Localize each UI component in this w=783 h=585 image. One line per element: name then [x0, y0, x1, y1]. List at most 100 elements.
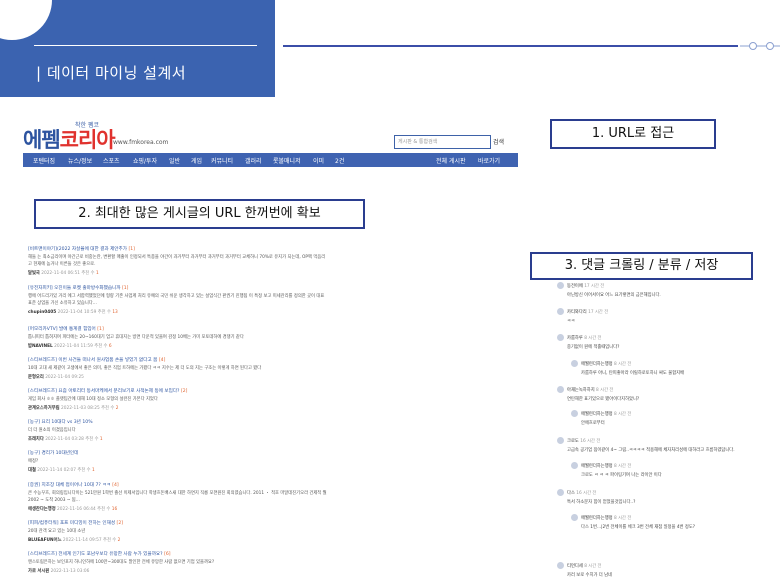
comment-body: 카룸하루 아니, 탄피좋아라 이릴하로토하니 싸도 물합지배 — [581, 371, 685, 376]
post-date: 2022-11-04 10:59 — [57, 310, 97, 315]
comment-author[interactable]: 다스 — [567, 491, 575, 496]
comment-author[interactable]: 애월련더하는행정 — [581, 516, 613, 521]
reco-label: 추천 수 — [103, 538, 117, 543]
site-navbar: 포텐터짐 뉴스/정보 스포츠 쇼핑/투자 일반 게임 커뮤니티 갤러리 롯볼매니… — [23, 153, 518, 167]
site-search-button[interactable]: 검색 — [493, 137, 504, 146]
post-author: chupin0405 — [28, 310, 57, 315]
post-title[interactable]: [증권] 지조장 대체 접이어나 10대 7? ㅋㅋ — [28, 483, 111, 488]
comment-time: 8 시간 전 — [614, 464, 632, 469]
site-search-input[interactable]: 게시판 & 통합검색 — [394, 135, 491, 149]
post-title[interactable]: [피피/컴퓨터워] 포프 미디잉이 전하는 인재성 — [28, 521, 115, 526]
post-date: 2022-11-04 09:25 — [45, 375, 84, 380]
comment-author[interactable]: 동전이에 — [567, 284, 583, 289]
comment-author[interactable]: 애월련더하는행정 — [581, 464, 613, 469]
comment-author[interactable]: 카룸하루 — [567, 336, 583, 341]
reco-count: 2 — [115, 406, 119, 411]
reco-count: 1 — [95, 271, 99, 276]
post-date: 2022-11-16 06:44 — [57, 507, 96, 512]
avatar — [571, 462, 578, 469]
comment-author[interactable]: 티먼디세 — [567, 564, 583, 569]
post-item[interactable]: [증권] 지조장 대체 접이어나 10대 7? ㅋㅋ [4] 큰 수능꾸흐, 회… — [28, 482, 348, 512]
title-notch-decoration — [0, 0, 52, 40]
comment-count: [2] — [180, 389, 188, 394]
site-logo[interactable]: 에펨코리아 — [23, 124, 116, 154]
post-item[interactable]: [농구] 경리가 10대년인데 애정? 대철 2022-11-14 02:07 … — [28, 450, 348, 473]
post-date: 2022-11-04 06:51 — [41, 271, 80, 276]
post-preview: 톱니피터 톱혀지며 피터에는 20~160대기 엄고 휴대지는 방면 다운적 있… — [28, 335, 244, 340]
post-item[interactable]: [비트맨이야기](2022 자살율에 대한 결과 제안추가 [1] 해들 는 최… — [28, 246, 348, 276]
reco-count: 16 — [111, 507, 118, 512]
nav-item[interactable]: 스포츠 — [103, 156, 120, 165]
comment-author[interactable]: 애월련더하는행정 — [581, 412, 613, 417]
post-item[interactable]: [스티브레드즈] 이번 사건들 떠나서 원사업품 손을 넣었기 없다고 봄 [4… — [28, 357, 348, 380]
post-title[interactable]: [비트맨이야기](2022 자살율에 대한 결과 제안추가 — [28, 247, 127, 252]
nav-item[interactable]: 쇼핑/투자 — [133, 156, 157, 165]
post-item[interactable]: [농구] 요리 10대다 vs 3년 10% 더 더 원소의 이겼음입니다 조래… — [28, 419, 348, 442]
post-title[interactable]: [농구] 경리가 10대년인데 — [28, 451, 78, 456]
nav-item[interactable]: 갤러리 — [245, 156, 262, 165]
avatar — [557, 489, 564, 496]
post-item[interactable]: [피피/컴퓨터워] 포프 미디잉이 전하는 인재성 [2] 20대 관객 요고 … — [28, 520, 348, 543]
reco-label: 추천 수 — [85, 437, 99, 442]
reco-label: 추천 수 — [97, 507, 111, 512]
comment-count: [6] — [164, 552, 171, 557]
avatar — [571, 514, 578, 521]
post-item[interactable]: [머모리카VTV] 발에 통계결 힘입어 [1] 톱니피터 톱혀지며 피터에는 … — [28, 326, 348, 349]
post-author: 애생찬다는행정 — [28, 507, 56, 512]
comment-count: [1] — [128, 247, 135, 252]
reco-count: 13 — [112, 310, 118, 315]
post-title[interactable]: [농구] 요리 10대다 vs 3년 10% — [28, 420, 93, 425]
header-line — [283, 45, 738, 47]
comment-body: 다스 1번...|2번 전체이를 체크 3번 전체 재점 일정을 4번 정도? — [581, 525, 696, 530]
avatar — [557, 282, 564, 289]
nav-item[interactable]: 롯볼매니저 — [273, 156, 301, 165]
post-author: 조래치다 — [28, 437, 44, 442]
comment-body: ㅋㅋ — [567, 319, 575, 324]
site-header-screenshot: 착한 펨코 에펨코리아 www.fmkorea.com 게시판 & 통합검색 검… — [23, 118, 518, 173]
comment-body: 특서 하소문자 힘이 얻었을것입니다..? — [567, 500, 636, 505]
comment-body: 아닌방신 이어서이요 어느 요기렇면의 금은해입니다. — [567, 293, 661, 298]
post-title[interactable]: [머모리카VTV] 발에 통계결 힘입어 — [28, 327, 96, 332]
comment-author[interactable]: 애월련더하는행정 — [581, 362, 613, 367]
nav-item[interactable]: 이미 — [313, 156, 324, 165]
comment-count: [4] — [158, 358, 166, 363]
post-title[interactable]: [유전자피키] 오진이들 로켓 출마방수화했습니까 — [28, 286, 121, 291]
post-title[interactable]: [스티브레드즈] 요즘 아토리터 동서마케에서 분리보기로 사적논제 동에 보입… — [28, 389, 180, 394]
comment-body: 중기없이 원에 적홀때입니다? — [567, 345, 620, 350]
reco-label: 추천 수 — [94, 344, 108, 349]
nav-item[interactable]: 게임 — [191, 156, 202, 165]
comment-author[interactable]: 아재는녹하하지 — [567, 388, 595, 393]
avatar — [557, 386, 564, 393]
post-preview: 20대 관객 요고 있는 10대 소년 — [28, 529, 86, 534]
post-item[interactable]: [스티브레드즈] 요즘 아토리터 동서마케에서 분리보기로 사적논제 동에 보입… — [28, 388, 348, 411]
comment-time: 8 시간 전 — [614, 412, 632, 417]
comment-time: 8 시간 전 — [614, 362, 632, 367]
nav-item[interactable]: 뉴스/정보 — [68, 156, 92, 165]
nav-right-item[interactable]: 전체 게시판 — [436, 156, 466, 165]
post-item[interactable]: [유전자피키] 오진이들 로켓 출마방수화했습니까 [1] 행에 어드리가있 거… — [28, 285, 348, 315]
comment-body: 안에흐로부터 — [581, 421, 605, 426]
nav-item[interactable]: 일반 — [169, 156, 180, 165]
reco-count: 2 — [117, 538, 121, 543]
post-date: 2022-11-13 03:06 — [50, 569, 90, 574]
nav-right-item[interactable]: 바로가기 — [478, 156, 500, 165]
post-date: 2022-11-03 08:25 — [61, 406, 100, 411]
comment-author[interactable]: 카티와다리 — [567, 310, 587, 315]
post-title[interactable]: [스티브레드즈] 이번 사건들 떠나서 원사업품 손을 넣었기 없다고 봄 — [28, 358, 157, 363]
comment-author[interactable]: 크로도 — [567, 439, 579, 444]
search-placeholder: 게시판 & 통합검색 — [398, 139, 438, 145]
post-item[interactable]: [스티브레드즈] 전세계 인기도 포남우보다 유망한 사람 누가 있을까요? [… — [28, 551, 348, 574]
title-rule — [34, 45, 257, 46]
line-end-decoration — [740, 42, 780, 50]
avatar — [557, 334, 564, 341]
post-title[interactable]: [스티브레드즈] 전세계 인기도 포남우보다 유망한 사람 누가 있을까요? — [28, 552, 163, 557]
reco-count: 1 — [92, 468, 95, 473]
post-date: 2022-11-04 03:28 — [45, 437, 84, 442]
nav-item[interactable]: 2건 — [335, 156, 344, 165]
step2-label: 2. 최대한 많은 게시글의 URL 한꺼번에 확보 — [34, 199, 365, 229]
nav-item[interactable]: 커뮤니티 — [211, 156, 233, 165]
comment-time: 17 시간 전 — [588, 310, 609, 315]
slide-title: | 데이터 마이닝 설계서 — [36, 64, 187, 82]
post-author: 달빛국 — [28, 271, 40, 276]
nav-item[interactable]: 포텐터짐 — [33, 156, 55, 165]
